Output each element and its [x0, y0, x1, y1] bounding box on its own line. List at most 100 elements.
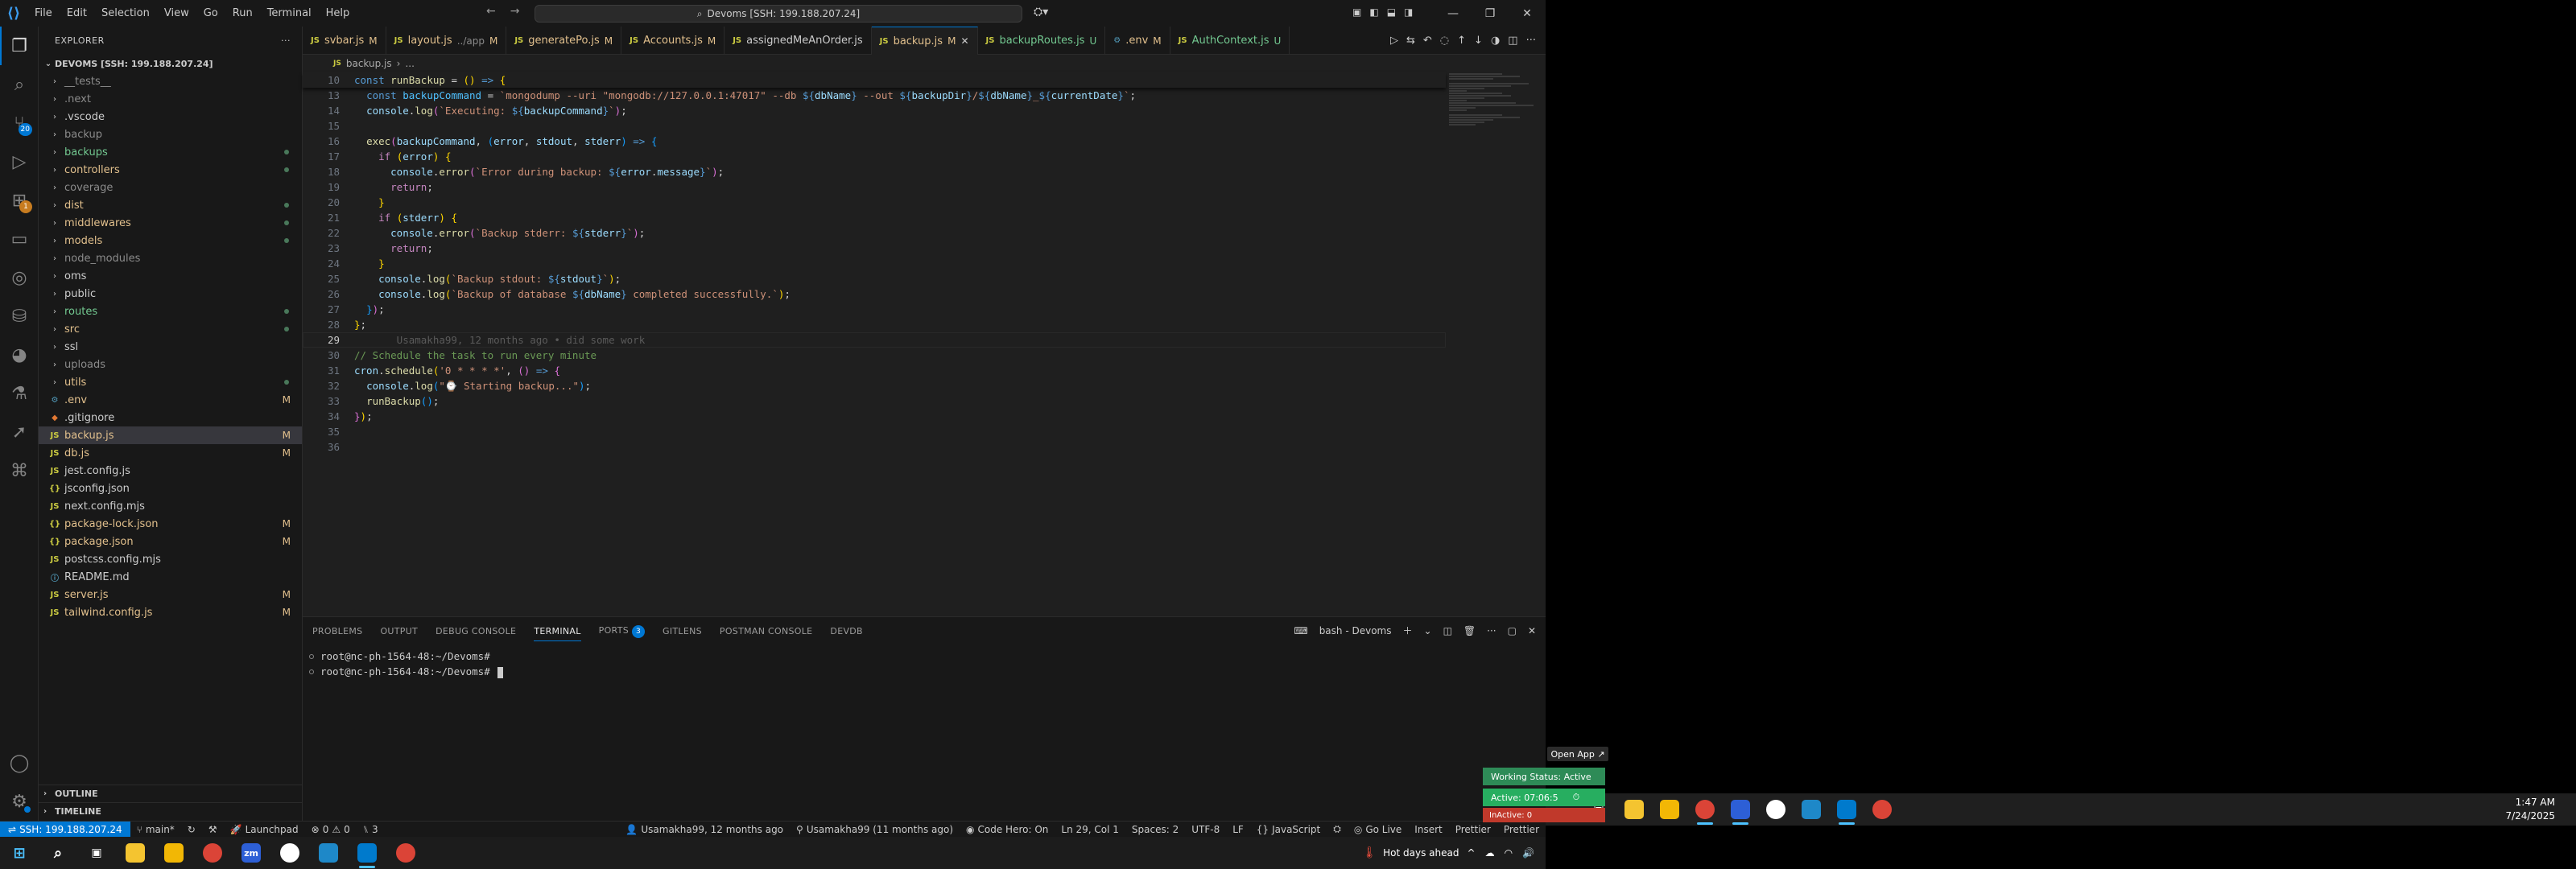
chevron-down-icon[interactable]: ⌄: [1424, 625, 1432, 636]
folder-item[interactable]: › models: [39, 232, 302, 249]
file-item[interactable]: ⚙ .env M: [39, 391, 302, 409]
folder-item[interactable]: › .next: [39, 90, 302, 108]
sync-icon[interactable]: ↻: [181, 824, 202, 835]
weather-widget[interactable]: 🌡 Hot days ahead: [1362, 846, 1467, 859]
next-change-icon[interactable]: ↓: [1474, 35, 1483, 47]
indentation[interactable]: Spaces: 2: [1125, 824, 1185, 835]
menu-file[interactable]: File: [27, 7, 60, 19]
postman-icon[interactable]: ◕: [0, 336, 39, 374]
minimize-icon[interactable]: —: [1435, 0, 1472, 27]
panel-tab-postman-console[interactable]: POSTMAN CONSOLE: [720, 626, 813, 636]
remote-explorer-icon[interactable]: ▭: [0, 220, 39, 258]
remote-indicator[interactable]: ⇌ SSH: 199.188.207.24: [0, 821, 130, 838]
taskbar-file-explorer[interactable]: [116, 837, 155, 869]
file-item[interactable]: JS db.js M: [39, 444, 302, 462]
menu-go[interactable]: Go: [196, 7, 225, 19]
gitlens-status-icon[interactable]: ⚒: [202, 824, 224, 835]
prettier-status-2[interactable]: Prettier: [1497, 824, 1546, 835]
menu-selection[interactable]: Selection: [94, 7, 157, 19]
taskbar-store[interactable]: [155, 837, 193, 869]
more-actions-icon[interactable]: ···: [281, 35, 291, 46]
taskbar-chrome-2[interactable]: [386, 837, 425, 869]
gitlens-compare-icon[interactable]: ◌: [1440, 35, 1449, 47]
back-arrow-icon[interactable]: ←: [486, 5, 496, 18]
tab--env[interactable]: ⚙ .env M: [1105, 27, 1170, 55]
taskbar-search[interactable]: ⌕: [39, 837, 77, 869]
taskbar2-app[interactable]: [1758, 793, 1794, 826]
file-item[interactable]: JS tailwind.config.js M: [39, 603, 302, 621]
tab-layout-js[interactable]: JS layout.js ../app M: [386, 27, 507, 55]
code-editor[interactable]: 10 const runBackup = () => {13 const back…: [303, 72, 1546, 616]
open-app-button[interactable]: Open App ↗: [1547, 747, 1608, 761]
taskbar-app-blue[interactable]: [270, 837, 309, 869]
folder-item[interactable]: › oms: [39, 267, 302, 285]
folder-item[interactable]: › routes: [39, 303, 302, 320]
taskbar2-store[interactable]: [1652, 793, 1687, 826]
file-item[interactable]: {} package.json M: [39, 533, 302, 550]
panel-tab-debug-console[interactable]: DEBUG CONSOLE: [436, 626, 516, 636]
history-icon[interactable]: ↶: [1423, 35, 1432, 47]
extensions-icon[interactable]: ⊞ 1: [0, 181, 39, 220]
python-icon[interactable]: ⌘: [0, 451, 39, 490]
file-item[interactable]: {} jsconfig.json: [39, 480, 302, 497]
language-mode[interactable]: {} JavaScript: [1250, 824, 1327, 835]
source-control-icon[interactable]: ⑂ 20: [0, 104, 39, 142]
volume-icon[interactable]: 🔊: [1522, 847, 1534, 859]
taskbar-vscode[interactable]: [348, 837, 386, 869]
new-terminal-icon[interactable]: ＋: [1402, 624, 1412, 637]
forward-arrow-icon[interactable]: →: [510, 5, 520, 18]
eol[interactable]: LF: [1226, 824, 1250, 835]
terminal-output[interactable]: root@nc-ph-1564-48:~/Devoms# root@nc-ph-…: [303, 645, 1546, 679]
code-hero[interactable]: ◉ Code Hero: On: [960, 824, 1055, 835]
panel-tab-devdb[interactable]: DEVDB: [830, 626, 862, 636]
manage-gear-icon[interactable]: ⚙: [0, 782, 39, 821]
folder-item[interactable]: › __tests__: [39, 72, 302, 90]
copilot-status-icon[interactable]: ⛭: [1327, 823, 1348, 835]
maximize-icon[interactable]: ❐: [1472, 0, 1509, 27]
panel-tab-problems[interactable]: PROBLEMS: [312, 626, 362, 636]
folder-item[interactable]: › src: [39, 320, 302, 338]
split-editor-icon[interactable]: ◫: [1508, 35, 1517, 47]
folder-item[interactable]: › node_modules: [39, 249, 302, 267]
testing-icon[interactable]: ⚗: [0, 374, 39, 413]
tab-authcontext-js[interactable]: JS AuthContext.js U: [1170, 27, 1290, 55]
folder-item[interactable]: › dist: [39, 196, 302, 214]
menu-view[interactable]: View: [157, 7, 196, 19]
cursor-position[interactable]: Ln 29, Col 1: [1055, 824, 1125, 835]
file-item[interactable]: JS next.config.mjs: [39, 497, 302, 515]
run-debug-icon[interactable]: ▷: [0, 142, 39, 181]
database-icon[interactable]: ⛁: [0, 297, 39, 336]
folder-item[interactable]: › middlewares: [39, 214, 302, 232]
problems-indicator[interactable]: ⊗ 0 ⚠ 0: [305, 824, 357, 835]
encoding[interactable]: UTF-8: [1185, 824, 1226, 835]
timeline-section[interactable]: › TIMELINE: [39, 802, 303, 820]
insert-mode[interactable]: Insert: [1408, 824, 1448, 835]
more-actions-icon[interactable]: ···: [1526, 35, 1536, 47]
folder-item[interactable]: › .vscode: [39, 108, 302, 126]
split-terminal-icon[interactable]: ◫: [1443, 625, 1452, 636]
tab-svbar-js[interactable]: JS svbar.js M: [303, 27, 386, 55]
prettier-status[interactable]: Prettier: [1449, 824, 1497, 835]
trash-icon[interactable]: 🗑: [1463, 625, 1476, 636]
previous-change-icon[interactable]: ↑: [1457, 35, 1466, 47]
file-item[interactable]: {} package-lock.json M: [39, 515, 302, 533]
folder-item[interactable]: › backups: [39, 143, 302, 161]
taskbar2-vscode-alt[interactable]: [1794, 793, 1829, 826]
tab-accounts-js[interactable]: JS Accounts.js M: [621, 27, 725, 55]
menu-run[interactable]: Run: [225, 7, 260, 19]
file-item[interactable]: ◆ .gitignore: [39, 409, 302, 426]
file-item[interactable]: JS postcss.config.mjs: [39, 550, 302, 568]
cloud-icon[interactable]: ☁: [1485, 847, 1495, 859]
account-icon[interactable]: ◯: [0, 743, 39, 782]
open-changes-icon[interactable]: ◑: [1491, 35, 1500, 47]
tab-generatepo-js[interactable]: JS generatePo.js M: [506, 27, 622, 55]
outline-section[interactable]: › OUTLINE: [39, 785, 303, 802]
folder-item[interactable]: › utils: [39, 373, 302, 391]
menu-terminal[interactable]: Terminal: [260, 7, 319, 19]
ports-indicator[interactable]: ⑊ 3: [357, 824, 385, 835]
folder-item[interactable]: › public: [39, 285, 302, 303]
wifi-icon[interactable]: ◠: [1505, 847, 1513, 859]
file-item[interactable]: JS jest.config.js: [39, 462, 302, 480]
more-actions-icon[interactable]: ···: [1487, 625, 1496, 636]
taskbar-zoom[interactable]: zm: [232, 837, 270, 869]
